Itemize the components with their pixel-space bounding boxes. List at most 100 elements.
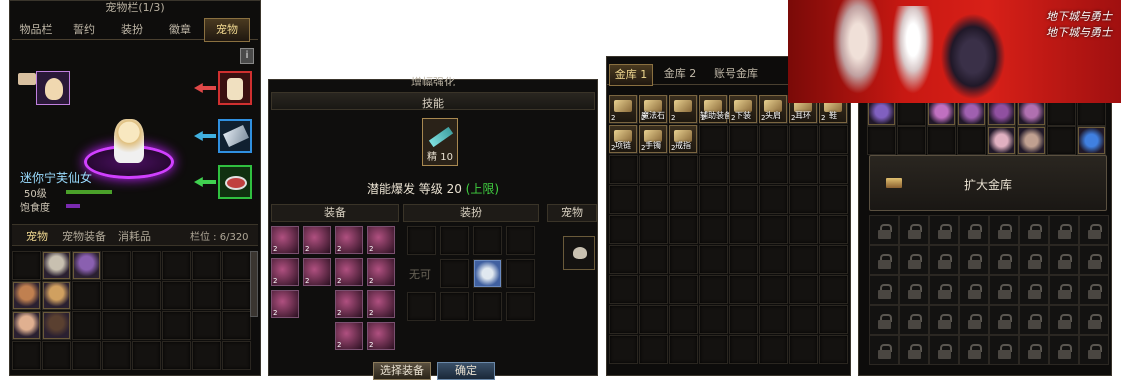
pet-item-icon[interactable]	[73, 252, 100, 279]
inventory-slot[interactable]	[222, 311, 251, 340]
bank-slot[interactable]	[729, 305, 758, 334]
bank-slot[interactable]	[789, 155, 818, 184]
tab-account-bank[interactable]: 账号金库	[707, 64, 765, 84]
select-equip-button[interactable]: 选择装备	[373, 362, 431, 380]
avatar-slot[interactable]	[506, 292, 535, 321]
inventory-slot[interactable]	[222, 341, 251, 370]
skill-slot-red[interactable]	[218, 71, 252, 105]
bank-slot[interactable]	[669, 275, 698, 304]
bank-slot[interactable]	[639, 275, 668, 304]
bank-item[interactable]: 魔法石 2	[639, 95, 667, 123]
bank-slot[interactable]	[699, 185, 728, 214]
inventory-slot[interactable]	[72, 341, 101, 370]
avatar-item-icon[interactable]	[474, 260, 501, 287]
equipment-slot-item[interactable]: 2	[303, 258, 331, 286]
bank-slot[interactable]	[639, 335, 668, 364]
bank-slot[interactable]	[609, 215, 638, 244]
bank-slot[interactable]	[729, 215, 758, 244]
bank-slot[interactable]	[729, 155, 758, 184]
bank-slot[interactable]	[609, 275, 638, 304]
inventory-slot[interactable]	[132, 281, 161, 310]
bank-item[interactable]: 项链 2	[609, 125, 637, 153]
inventory-slot[interactable]	[192, 281, 221, 310]
subtab-consumable[interactable]: 消耗品	[118, 228, 151, 244]
account-bank-slot[interactable]	[927, 126, 956, 155]
inventory-slot[interactable]	[102, 251, 131, 280]
pet-portrait-slot[interactable]	[36, 71, 70, 105]
bank-slot[interactable]	[699, 245, 728, 274]
bank-slot[interactable]	[639, 155, 668, 184]
equipment-slot-item[interactable]: 2	[335, 290, 363, 318]
bank-item[interactable]: 头肩 2	[759, 95, 787, 123]
inventory-slot[interactable]	[102, 341, 131, 370]
equipment-slot-item[interactable]: 2	[367, 322, 395, 350]
bank-slot[interactable]	[639, 215, 668, 244]
bank-slot[interactable]	[669, 245, 698, 274]
bank-slot[interactable]	[729, 185, 758, 214]
bank-slot[interactable]	[609, 185, 638, 214]
pet-item-icon[interactable]	[13, 282, 40, 309]
bank-slot[interactable]	[609, 245, 638, 274]
bank-slot[interactable]	[729, 245, 758, 274]
bank-slot[interactable]	[789, 305, 818, 334]
inventory-slot[interactable]	[72, 311, 101, 340]
equipment-slot-item[interactable]: 2	[303, 226, 331, 254]
scrollbar[interactable]	[250, 251, 258, 317]
equipment-slot-item[interactable]: 2	[367, 226, 395, 254]
tab-oath[interactable]: 誓约	[60, 19, 108, 41]
inventory-slot[interactable]	[162, 281, 191, 310]
inventory-slot[interactable]	[12, 341, 41, 370]
equipment-slot-item[interactable]: 2	[335, 226, 363, 254]
avatar-slot[interactable]	[473, 292, 502, 321]
equipment-slot-item[interactable]: 2	[271, 258, 299, 286]
bank-item[interactable]: 下装 2	[729, 95, 757, 123]
bank-slot[interactable]	[789, 215, 818, 244]
bank-slot[interactable]	[759, 275, 788, 304]
equipment-slot-item[interactable]: 2	[335, 258, 363, 286]
bank-slot[interactable]	[759, 155, 788, 184]
confirm-button[interactable]: 确定	[437, 362, 495, 380]
inventory-slot[interactable]	[162, 251, 191, 280]
bank-slot[interactable]	[669, 215, 698, 244]
bank-slot[interactable]	[699, 335, 728, 364]
account-bank-slot[interactable]	[867, 126, 896, 155]
bank-slot[interactable]	[699, 155, 728, 184]
pet-item-icon[interactable]	[43, 312, 70, 339]
tab-pet[interactable]: 宠物	[204, 18, 250, 42]
avatar-slot[interactable]	[407, 292, 436, 321]
bank-slot[interactable]	[609, 335, 638, 364]
bank-slot[interactable]	[819, 245, 848, 274]
bank-item[interactable]: 手镯 2	[639, 125, 667, 153]
inventory-slot[interactable]	[162, 311, 191, 340]
avatar-slot[interactable]	[407, 226, 436, 255]
pet-item-icon[interactable]	[13, 312, 40, 339]
inventory-slot[interactable]	[192, 311, 221, 340]
tab-inventory[interactable]: 物品栏	[12, 19, 60, 41]
inventory-slot[interactable]	[102, 311, 131, 340]
bank-slot[interactable]	[759, 335, 788, 364]
equipment-slot-item[interactable]: 2	[271, 226, 299, 254]
subtab-pet-equip[interactable]: 宠物装备	[62, 228, 106, 244]
avatar-slot[interactable]	[440, 292, 469, 321]
pet-item-icon[interactable]	[43, 252, 70, 279]
bank-slot[interactable]	[729, 125, 758, 154]
bank-slot[interactable]	[639, 185, 668, 214]
inventory-slot[interactable]	[222, 251, 251, 280]
bank-item[interactable]: 辅助装备 2	[699, 95, 732, 123]
equipment-slot-item[interactable]: 2	[271, 290, 299, 318]
inventory-slot[interactable]	[12, 251, 41, 280]
avatar-slot[interactable]	[473, 226, 502, 255]
bank-slot[interactable]	[789, 125, 818, 154]
skill-item-slot[interactable]: 精 10	[422, 118, 458, 166]
expand-bank-button[interactable]: 扩大金库	[869, 155, 1107, 211]
bank-slot[interactable]	[819, 185, 848, 214]
bank-slot[interactable]	[819, 275, 848, 304]
inventory-slot[interactable]	[192, 251, 221, 280]
bank-slot[interactable]	[699, 275, 728, 304]
tab-emblem[interactable]: 徽章	[156, 19, 204, 41]
bank-slot[interactable]	[759, 185, 788, 214]
bank-slot[interactable]	[819, 305, 848, 334]
tab-avatar[interactable]: 装扮	[108, 19, 156, 41]
pet-item-icon[interactable]	[43, 282, 70, 309]
bank-slot[interactable]	[759, 305, 788, 334]
